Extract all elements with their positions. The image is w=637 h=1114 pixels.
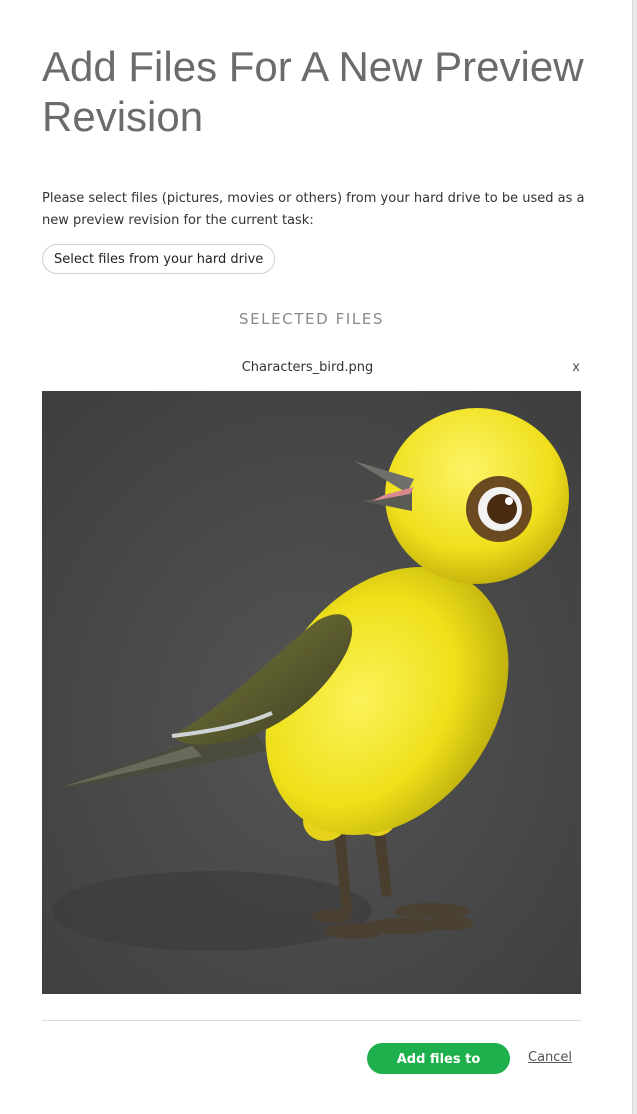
selected-files-heading: SELECTED FILES [238,310,385,328]
remove-file-button[interactable]: x [572,358,580,378]
dialog-title: Add Files For A New Preview Revision [42,43,584,140]
instructions-text: Please select files (pictures, movies or… [42,191,585,228]
add-preview-revision-modal: Add Files For A New Preview Revision Ple… [0,0,632,1114]
select-files-button[interactable]: Select files from your hard drive [42,244,276,274]
selected-file-row: Characters_bird.png x [42,358,581,378]
window-edge [632,0,637,1114]
file-name: Characters_bird.png [241,360,374,375]
file-preview-image [42,391,581,994]
cancel-link[interactable]: Cancel [528,1050,572,1065]
add-files-to-publish-button[interactable]: Add files to publish [367,1043,510,1098]
bird-illustration [42,391,581,994]
footer-divider [42,1020,581,1021]
